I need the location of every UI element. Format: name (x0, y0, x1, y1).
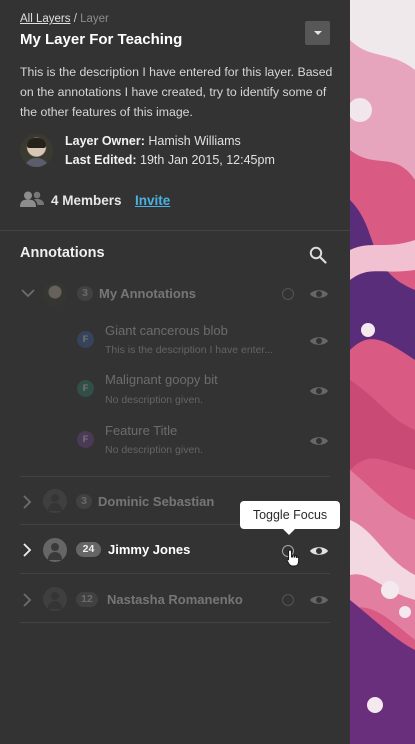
layer-title: My Layer For Teaching (20, 31, 183, 48)
avatar (43, 489, 67, 513)
group-name: My Annotations (99, 286, 197, 301)
invite-link[interactable]: Invite (135, 193, 170, 208)
annotation-title[interactable]: Feature Title (105, 423, 177, 438)
layer-owner-line: Layer Owner: Hamish Williams (65, 134, 241, 148)
annotation-feature-icon: F (77, 431, 94, 448)
tissue-slide-image (350, 0, 415, 744)
count-badge: 12 (76, 592, 98, 607)
annotation-feature-icon: F (77, 380, 94, 397)
group-name: Dominic Sebastian (98, 494, 215, 509)
row-divider (20, 573, 330, 574)
eye-icon[interactable] (309, 335, 329, 347)
chevron-right-icon[interactable] (22, 593, 32, 607)
annotation-description: This is the description I have enter... (105, 344, 274, 356)
avatar (43, 587, 67, 611)
last-edited-line: Last Edited: 19th Jan 2015, 12:45pm (65, 153, 275, 167)
avatar (43, 538, 67, 562)
chevron-right-icon[interactable] (22, 543, 32, 557)
layer-description: This is the description I have entered f… (20, 65, 333, 119)
group-name: Jimmy Jones (108, 542, 191, 557)
chevron-down-icon (314, 31, 322, 35)
layer-panel: All Layers / Layer My Layer For Teaching… (0, 0, 350, 744)
toggle-focus-button[interactable] (282, 288, 294, 300)
eye-icon[interactable] (309, 594, 329, 606)
toggle-focus-button[interactable] (282, 594, 294, 606)
owner-avatar (20, 134, 53, 167)
search-icon[interactable] (309, 246, 327, 264)
annotation-description: No description given. (105, 394, 204, 406)
eye-icon[interactable] (309, 435, 329, 447)
annotation-feature-icon: F (77, 331, 94, 348)
avatar (43, 282, 67, 306)
annotation-title[interactable]: Malignant goopy bit (105, 372, 218, 387)
section-divider (0, 230, 350, 231)
breadcrumb-current: Layer (80, 13, 109, 25)
group-name: Nastasha Romanenko (107, 592, 243, 607)
eye-icon[interactable] (309, 385, 329, 397)
count-badge: 3 (77, 286, 93, 301)
eye-icon[interactable] (309, 288, 329, 300)
members-count: 4 Members (51, 193, 122, 208)
count-badge: 24 (76, 542, 101, 557)
slide-image-viewer[interactable] (350, 0, 415, 744)
chevron-right-icon[interactable] (22, 495, 32, 509)
row-divider (20, 476, 330, 477)
last-edited-label: Last Edited: (65, 153, 137, 167)
tooltip-text: Toggle Focus (252, 508, 328, 522)
breadcrumb: All Layers / Layer (20, 13, 109, 25)
chevron-down-icon[interactable] (20, 288, 36, 298)
hand-cursor-icon (286, 549, 300, 567)
row-divider (20, 622, 330, 623)
layer-owner-name: Hamish Williams (148, 134, 241, 148)
count-badge: 3 (76, 494, 92, 509)
annotations-heading: Annotations (20, 245, 105, 261)
breadcrumb-all-layers-link[interactable]: All Layers (20, 13, 71, 25)
layer-menu-button[interactable] (305, 21, 330, 45)
users-icon (20, 191, 44, 207)
last-edited-value: 19th Jan 2015, 12:45pm (140, 153, 275, 167)
annotation-description: No description given. (105, 444, 204, 456)
toggle-focus-tooltip: Toggle Focus (240, 501, 340, 535)
breadcrumb-separator: / (70, 13, 81, 25)
annotation-title[interactable]: Giant cancerous blob (105, 323, 228, 338)
layer-owner-label: Layer Owner: (65, 134, 145, 148)
eye-icon[interactable] (309, 545, 329, 557)
